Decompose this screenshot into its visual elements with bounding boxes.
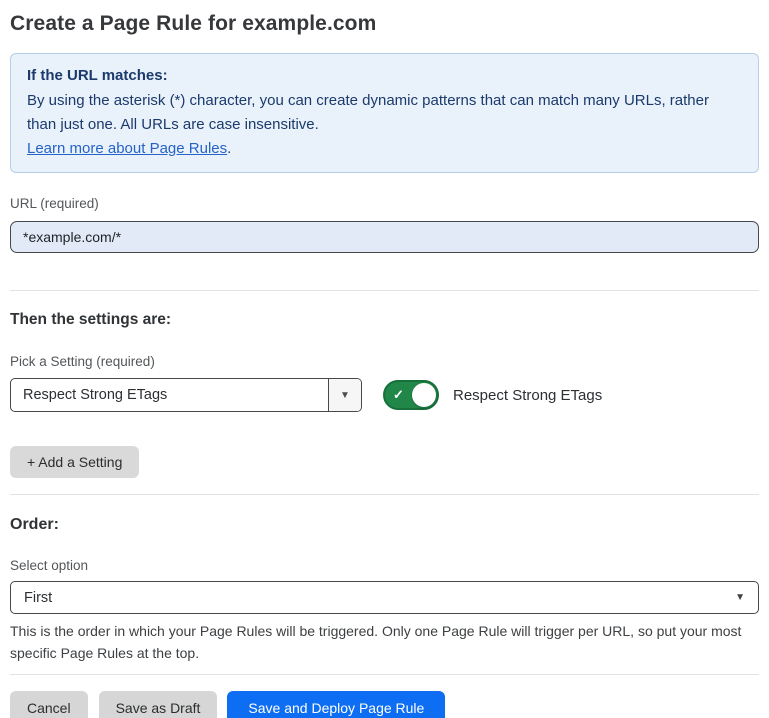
setting-select-value: Respect Strong ETags — [11, 379, 328, 411]
url-input[interactable] — [10, 221, 759, 253]
cancel-button[interactable]: Cancel — [10, 691, 88, 718]
respect-strong-etags-toggle[interactable]: ✓ — [383, 380, 439, 410]
pick-setting-label: Pick a Setting (required) — [10, 354, 759, 370]
info-box-body: By using the asterisk (*) character, you… — [27, 89, 727, 137]
info-box-footer: Learn more about Page Rules. — [27, 137, 742, 161]
divider — [10, 290, 759, 291]
add-setting-button[interactable]: + Add a Setting — [10, 446, 139, 478]
action-button-row: Cancel Save as Draft Save and Deploy Pag… — [10, 691, 759, 718]
toggle-knob — [412, 383, 436, 407]
chevron-down-icon: ▼ — [340, 390, 350, 401]
create-page-rule-form: Create a Page Rule for example.com If th… — [0, 0, 769, 718]
order-select-label: Select option — [10, 558, 759, 574]
save-as-draft-button[interactable]: Save as Draft — [99, 691, 218, 718]
url-match-info-box: If the URL matches: By using the asteris… — [10, 53, 759, 173]
setting-select-arrow-button[interactable]: ▼ — [328, 379, 361, 411]
divider — [10, 494, 759, 495]
setting-select[interactable]: Respect Strong ETags ▼ — [10, 378, 362, 412]
order-section-heading: Order: — [10, 516, 759, 534]
order-select[interactable]: First ▼ — [10, 581, 759, 614]
chevron-down-icon: ▼ — [735, 592, 745, 603]
toggle-label: Respect Strong ETags — [453, 387, 602, 404]
learn-more-link[interactable]: Learn more about Page Rules — [27, 140, 227, 157]
order-select-value: First — [24, 590, 52, 606]
order-help-text: This is the order in which your Page Rul… — [10, 620, 755, 664]
settings-section-heading: Then the settings are: — [10, 311, 759, 329]
save-and-deploy-button[interactable]: Save and Deploy Page Rule — [227, 691, 445, 718]
link-suffix: . — [227, 140, 231, 157]
page-title: Create a Page Rule for example.com — [10, 12, 759, 36]
divider — [10, 674, 759, 675]
setting-row: Respect Strong ETags ▼ ✓ Respect Strong … — [10, 378, 759, 412]
url-field-label: URL (required) — [10, 196, 759, 212]
check-icon: ✓ — [393, 388, 404, 401]
info-box-heading: If the URL matches: — [27, 64, 742, 88]
